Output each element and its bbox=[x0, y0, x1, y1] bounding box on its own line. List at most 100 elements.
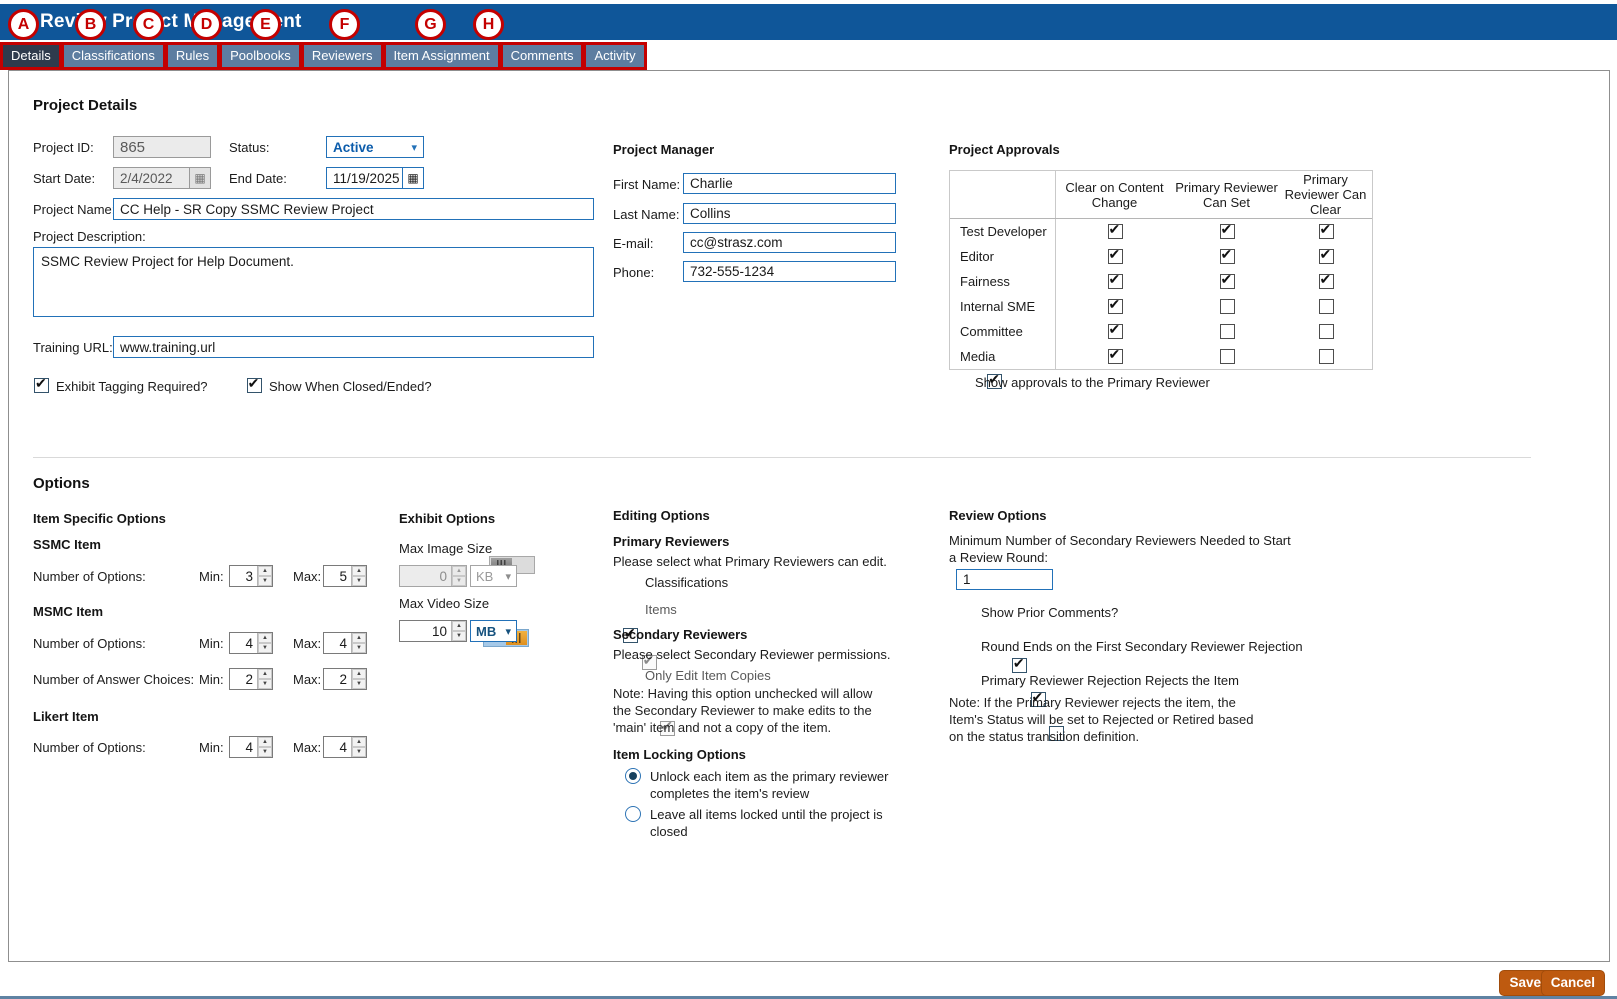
tab-reviewers[interactable]: Reviewers bbox=[304, 45, 381, 67]
annotation-badge-f: F bbox=[329, 9, 360, 40]
spin-down-icon[interactable]: ▼ bbox=[258, 747, 272, 757]
spin-up-icon[interactable]: ▲ bbox=[258, 669, 272, 679]
secondary-reviewers-subtitle: Please select Secondary Reviewer permiss… bbox=[613, 647, 890, 662]
approval-checkbox[interactable] bbox=[1108, 349, 1123, 364]
table-row: Media bbox=[950, 344, 1372, 369]
leave-locked-radio-row[interactable]: Leave all items locked until the project… bbox=[625, 806, 895, 840]
likert-options-max-stepper[interactable]: 4 ▲▼ bbox=[323, 736, 367, 758]
approval-checkbox[interactable] bbox=[1220, 224, 1235, 239]
spin-up-icon[interactable]: ▲ bbox=[352, 566, 366, 576]
spin-up-icon: ▲ bbox=[452, 566, 466, 576]
tab-comments[interactable]: Comments bbox=[503, 45, 582, 67]
spin-down-icon[interactable]: ▼ bbox=[258, 576, 272, 586]
approval-row-label: Fairness bbox=[950, 269, 1056, 294]
cancel-button[interactable]: Cancel bbox=[1541, 970, 1605, 996]
spin-up-icon[interactable]: ▲ bbox=[258, 633, 272, 643]
max-image-size-stepper: 0 ▲▼ bbox=[399, 565, 467, 587]
tab-details[interactable]: Details bbox=[3, 45, 59, 67]
annotation-badge-e: E bbox=[250, 9, 281, 40]
approval-checkbox[interactable] bbox=[1319, 324, 1334, 339]
approval-row-label: Internal SME bbox=[950, 294, 1056, 319]
status-dropdown[interactable]: Active ▾ bbox=[326, 136, 424, 158]
first-name-field[interactable]: Charlie bbox=[683, 173, 896, 194]
spin-down-icon[interactable]: ▼ bbox=[452, 631, 466, 641]
msmc-answer-choices-label: Number of Answer Choices: bbox=[33, 672, 194, 687]
min-secondary-reviewers-label: Minimum Number of Secondary Reviewers Ne… bbox=[949, 532, 1294, 566]
approval-checkbox[interactable] bbox=[1319, 299, 1334, 314]
end-date-field[interactable]: 11/19/2025 ▦ bbox=[326, 167, 424, 189]
approval-checkbox[interactable] bbox=[1220, 349, 1235, 364]
calendar-icon[interactable]: ▦ bbox=[402, 168, 423, 188]
last-name-field[interactable]: Collins bbox=[683, 203, 896, 224]
msmc-answers-max-stepper[interactable]: 2 ▲▼ bbox=[323, 668, 367, 690]
approval-row-label: Test Developer bbox=[950, 219, 1056, 244]
project-id-field: 865 bbox=[113, 136, 211, 158]
msmc-options-min-stepper[interactable]: 4 ▲▼ bbox=[229, 632, 273, 654]
approval-checkbox[interactable] bbox=[1220, 274, 1235, 289]
stepper-value: 2 bbox=[230, 669, 257, 689]
leave-locked-radio[interactable] bbox=[625, 806, 641, 822]
annotation-badge-d: D bbox=[191, 9, 222, 40]
approval-checkbox[interactable] bbox=[1108, 274, 1123, 289]
spin-up-icon[interactable]: ▲ bbox=[352, 633, 366, 643]
annotation-badge-g: G bbox=[415, 9, 446, 40]
show-when-closed-checkbox[interactable] bbox=[247, 378, 262, 393]
tab-activity[interactable]: Activity bbox=[586, 45, 643, 67]
approval-checkbox[interactable] bbox=[1108, 324, 1123, 339]
likert-number-of-options-label: Number of Options: bbox=[33, 740, 146, 755]
approval-checkbox[interactable] bbox=[1220, 249, 1235, 264]
unlock-items-radio-row[interactable]: Unlock each item as the primary reviewer… bbox=[625, 768, 895, 802]
stepper-value: 5 bbox=[324, 566, 351, 586]
spin-up-icon[interactable]: ▲ bbox=[258, 566, 272, 576]
spin-down-icon[interactable]: ▼ bbox=[352, 643, 366, 653]
phone-field[interactable]: 732-555-1234 bbox=[683, 261, 896, 282]
spin-up-icon[interactable]: ▲ bbox=[352, 669, 366, 679]
project-id-label: Project ID: bbox=[33, 140, 94, 155]
msmc-options-max-stepper[interactable]: 4 ▲▼ bbox=[323, 632, 367, 654]
approval-checkbox[interactable] bbox=[1108, 249, 1123, 264]
spin-up-icon[interactable]: ▲ bbox=[258, 737, 272, 747]
spin-down-icon[interactable]: ▼ bbox=[352, 747, 366, 757]
show-prior-comments-checkbox[interactable] bbox=[1012, 658, 1027, 673]
training-url-field[interactable]: www.training.url bbox=[113, 336, 594, 358]
ssmc-options-min-stepper[interactable]: 3 ▲▼ bbox=[229, 565, 273, 587]
spin-down-icon[interactable]: ▼ bbox=[352, 679, 366, 689]
spin-down-icon[interactable]: ▼ bbox=[258, 643, 272, 653]
min-secondary-reviewers-field[interactable]: 1 bbox=[956, 569, 1053, 590]
show-approvals-label: Show approvals to the Primary Reviewer bbox=[975, 375, 1210, 390]
email-field[interactable]: cc@strasz.com bbox=[683, 232, 896, 253]
exhibit-options-title: Exhibit Options bbox=[399, 511, 495, 526]
approval-checkbox[interactable] bbox=[1108, 224, 1123, 239]
approval-checkbox[interactable] bbox=[1220, 299, 1235, 314]
max-video-size-label: Max Video Size bbox=[399, 596, 489, 611]
approval-checkbox[interactable] bbox=[1220, 324, 1235, 339]
unlock-items-radio[interactable] bbox=[625, 768, 641, 784]
exhibit-tagging-checkbox[interactable] bbox=[34, 378, 49, 393]
tab-classifications[interactable]: Classifications bbox=[64, 45, 163, 67]
start-date-label: Start Date: bbox=[33, 171, 95, 186]
spin-up-icon[interactable]: ▲ bbox=[352, 737, 366, 747]
tab-rules[interactable]: Rules bbox=[168, 45, 217, 67]
max-video-size-stepper[interactable]: 10 ▲▼ bbox=[399, 620, 467, 642]
project-name-field[interactable]: CC Help - SR Copy SSMC Review Project bbox=[113, 198, 594, 220]
max-video-size-unit-dropdown[interactable]: MB ▾ bbox=[470, 620, 517, 642]
end-date-label: End Date: bbox=[229, 171, 287, 186]
spin-down-icon[interactable]: ▼ bbox=[352, 576, 366, 586]
leave-locked-radio-label: Leave all items locked until the project… bbox=[650, 806, 895, 840]
exhibit-tagging-label: Exhibit Tagging Required? bbox=[56, 379, 208, 394]
approval-checkbox[interactable] bbox=[1108, 299, 1123, 314]
tab-item-assignment[interactable]: Item Assignment bbox=[386, 45, 498, 67]
spin-up-icon[interactable]: ▲ bbox=[452, 621, 466, 631]
ssmc-options-max-stepper[interactable]: 5 ▲▼ bbox=[323, 565, 367, 587]
stepper-value: 2 bbox=[324, 669, 351, 689]
approval-checkbox[interactable] bbox=[1319, 349, 1334, 364]
approval-checkbox[interactable] bbox=[1319, 274, 1334, 289]
msmc-answers-min-stepper[interactable]: 2 ▲▼ bbox=[229, 668, 273, 690]
editing-options-title: Editing Options bbox=[613, 508, 710, 523]
likert-options-min-stepper[interactable]: 4 ▲▼ bbox=[229, 736, 273, 758]
spin-down-icon[interactable]: ▼ bbox=[258, 679, 272, 689]
approval-checkbox[interactable] bbox=[1319, 224, 1334, 239]
approval-checkbox[interactable] bbox=[1319, 249, 1334, 264]
tab-poolbooks[interactable]: Poolbooks bbox=[222, 45, 299, 67]
project-description-field[interactable]: SSMC Review Project for Help Document. bbox=[33, 247, 594, 317]
